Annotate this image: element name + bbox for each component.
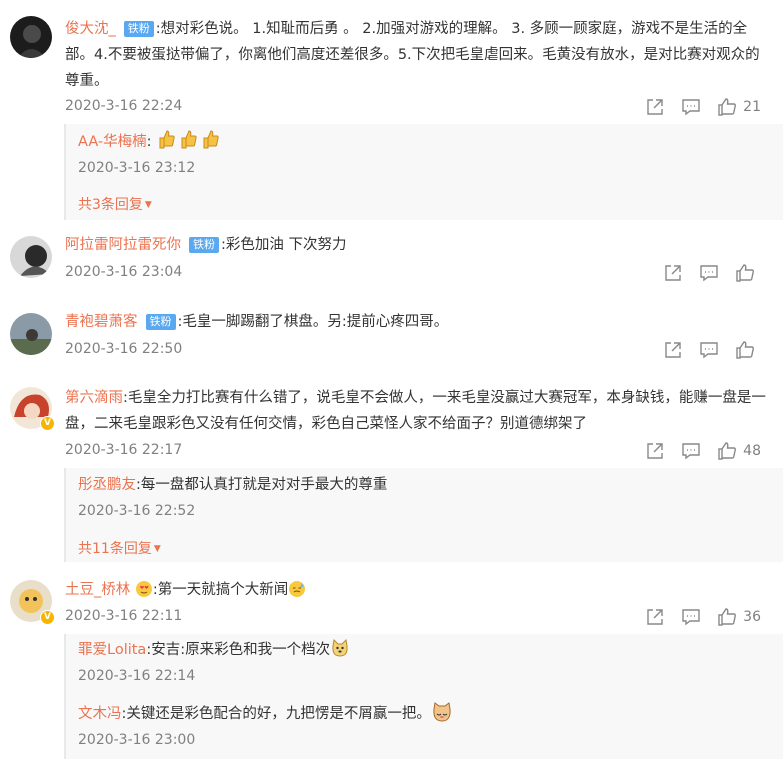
timestamp: 2020-3-16 23:04 bbox=[65, 264, 183, 280]
reply-box: AA-华梅楠: 2020-3-16 23:12 共3条回复 ▼ bbox=[64, 124, 783, 220]
comment-actions: 36 bbox=[629, 607, 783, 627]
timestamp: 2020-3-16 22:17 bbox=[65, 442, 183, 458]
cat-emoji bbox=[431, 702, 453, 730]
timestamp: 2020-3-16 22:50 bbox=[65, 341, 183, 357]
comment-body: :毛皇全力打比赛有什么错了，说毛皇不会做人，一来毛皇没赢过大赛冠军，本身缺钱，能… bbox=[65, 390, 766, 432]
share-button[interactable] bbox=[663, 340, 683, 360]
comment-text: 青袍碧萧客 铁粉:毛皇一脚踢翻了棋盘。另:提前心疼四哥。 bbox=[65, 309, 770, 335]
reply: 文木冯:关键还是彩色配合的好，九把愣是不屑赢一把。 bbox=[78, 702, 768, 730]
reply-username[interactable]: 罪爱Lolita bbox=[78, 642, 146, 658]
more-replies-label: 共3条回复 bbox=[78, 197, 143, 213]
comment-button[interactable] bbox=[699, 263, 719, 283]
comment-icon bbox=[682, 609, 700, 626]
reply-text: :安吉:原来彩色和我一个档次 bbox=[146, 642, 331, 658]
reply-timestamp: 2020-3-16 23:12 bbox=[78, 160, 196, 176]
reply-timestamp: 2020-3-16 22:52 bbox=[78, 503, 196, 519]
like-button[interactable] bbox=[735, 263, 761, 283]
reply-text: :关键还是彩色配合的好，九把愣是不屑赢一把。 bbox=[121, 706, 431, 722]
like-button[interactable] bbox=[735, 340, 761, 360]
comment-icon bbox=[682, 443, 700, 460]
caret-down-icon: ▼ bbox=[153, 544, 161, 554]
share-icon bbox=[647, 443, 663, 459]
timestamp: 2020-3-16 22:11 bbox=[65, 608, 183, 624]
reply-username[interactable]: AA-华梅楠 bbox=[78, 134, 147, 150]
reply: 彤丞鹏友:每一盘都认真打就是对对手最大的尊重 bbox=[78, 473, 768, 497]
comment-body: :第一天就搞个大新闻 bbox=[152, 582, 289, 598]
comment-text: 俊大沈_ 铁粉:想对彩色说。 1.知耻而后勇 。 2.加强对游戏的理解。 3. 多… bbox=[65, 16, 770, 94]
share-button[interactable] bbox=[645, 441, 665, 461]
verified-badge-icon: V bbox=[40, 416, 55, 431]
comment-button[interactable] bbox=[681, 607, 701, 627]
avatar[interactable] bbox=[10, 313, 52, 355]
share-icon bbox=[665, 265, 681, 281]
comment-actions: 21 bbox=[629, 97, 783, 117]
reply-username[interactable]: 文木冯 bbox=[78, 706, 122, 722]
more-replies-link[interactable]: 共11条回复 ▼ bbox=[78, 538, 161, 558]
comment-body: :想对彩色说。 1.知耻而后勇 。 2.加强对游戏的理解。 3. 多顾一顾家庭，… bbox=[65, 21, 760, 89]
reply: AA-华梅楠: bbox=[78, 128, 768, 158]
like-count: 21 bbox=[743, 99, 761, 115]
caret-down-icon: ▼ bbox=[144, 200, 152, 210]
reply-username[interactable]: 彤丞鹏友 bbox=[78, 477, 136, 493]
sweat-smile-emoji bbox=[288, 580, 306, 607]
fan-badge: 铁粉 bbox=[145, 314, 176, 330]
reply-box: 彤丞鹏友:每一盘都认真打就是对对手最大的尊重 2020-3-16 22:52 共… bbox=[64, 468, 783, 562]
comment-icon bbox=[682, 99, 700, 116]
comment-body: :彩色加油 下次努力 bbox=[221, 237, 347, 253]
like-icon bbox=[736, 264, 754, 282]
share-icon bbox=[647, 609, 663, 625]
like-icon bbox=[718, 98, 737, 116]
avatar[interactable] bbox=[10, 16, 52, 58]
comment-button[interactable] bbox=[681, 97, 701, 117]
username[interactable]: 青袍碧萧客 bbox=[65, 314, 138, 330]
share-button[interactable] bbox=[645, 97, 665, 117]
fan-badge: 铁粉 bbox=[123, 21, 154, 37]
reply-timestamp: 2020-3-16 22:14 bbox=[78, 668, 196, 684]
comment-body: :毛皇一脚踢翻了棋盘。另:提前心疼四哥。 bbox=[177, 314, 449, 330]
like-icon bbox=[718, 608, 737, 626]
like-count: 48 bbox=[743, 443, 761, 459]
heart-eyes-emoji bbox=[135, 580, 153, 607]
share-button[interactable] bbox=[663, 263, 683, 283]
comment-text: 阿拉雷阿拉雷死你 铁粉:彩色加油 下次努力 bbox=[65, 232, 770, 258]
username[interactable]: 阿拉雷阿拉雷死你 bbox=[65, 237, 181, 253]
reply-text: :每一盘都认真打就是对对手最大的尊重 bbox=[136, 477, 388, 493]
comment-actions: 48 bbox=[629, 441, 783, 461]
like-button[interactable]: 48 bbox=[717, 441, 761, 461]
like-icon bbox=[718, 442, 737, 460]
like-count: 36 bbox=[743, 609, 761, 625]
share-icon bbox=[665, 342, 681, 358]
username[interactable]: 土豆_桥林 bbox=[65, 582, 130, 598]
like-button[interactable]: 36 bbox=[717, 607, 761, 627]
more-replies-label: 共11条回复 bbox=[78, 541, 152, 557]
more-replies-link[interactable]: 共3条回复 ▼ bbox=[78, 194, 152, 214]
comment-icon bbox=[700, 265, 718, 282]
verified-badge-icon: V bbox=[40, 610, 55, 625]
comment-button[interactable] bbox=[681, 441, 701, 461]
reply-box: 罪爱Lolita:安吉:原来彩色和我一个档次 2020-3-16 22:14 文… bbox=[64, 634, 783, 759]
comment-text: 土豆_桥林 :第一天就搞个大新闻 bbox=[65, 577, 770, 607]
comment-actions bbox=[647, 263, 783, 283]
like-button[interactable]: 21 bbox=[717, 97, 761, 117]
username[interactable]: 第六滴雨 bbox=[65, 390, 123, 406]
reply: 罪爱Lolita:安吉:原来彩色和我一个档次 bbox=[78, 638, 768, 666]
thumbs-up-emoji bbox=[156, 128, 222, 158]
share-icon bbox=[647, 99, 663, 115]
reply-text: : bbox=[146, 134, 152, 150]
comment-text: 第六滴雨:毛皇全力打比赛有什么错了，说毛皇不会做人，一来毛皇没赢过大赛冠军，本身… bbox=[65, 385, 770, 437]
comment-button[interactable] bbox=[699, 340, 719, 360]
fan-badge: 铁粉 bbox=[189, 237, 219, 253]
timestamp: 2020-3-16 22:24 bbox=[65, 98, 183, 114]
reply-timestamp: 2020-3-16 23:00 bbox=[78, 732, 196, 748]
like-icon bbox=[736, 341, 754, 359]
avatar[interactable] bbox=[10, 236, 52, 278]
share-button[interactable] bbox=[645, 607, 665, 627]
doge-emoji bbox=[330, 638, 350, 666]
comment-actions bbox=[647, 340, 783, 360]
comment-icon bbox=[700, 342, 718, 359]
username[interactable]: 俊大沈_ bbox=[65, 21, 116, 37]
